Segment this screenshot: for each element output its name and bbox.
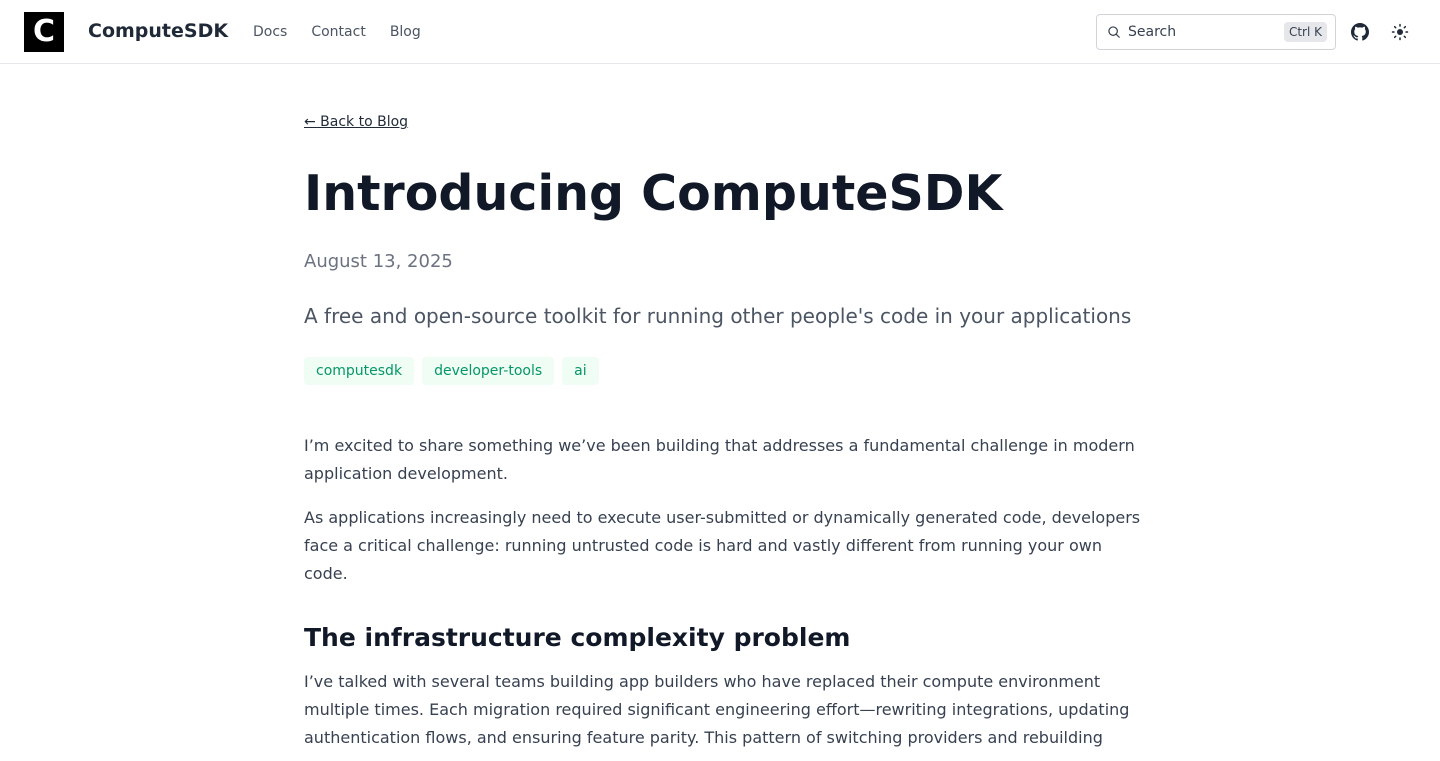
github-link[interactable] bbox=[1348, 20, 1372, 44]
github-icon bbox=[1351, 23, 1369, 41]
brand-name[interactable]: ComputeSDK bbox=[88, 19, 228, 43]
logo-letter: C bbox=[32, 14, 56, 49]
section-paragraph: I’ve talked with several teams building … bbox=[304, 672, 1130, 747]
search-shortcut: Ctrl K bbox=[1283, 22, 1327, 42]
theme-toggle[interactable] bbox=[1388, 20, 1412, 44]
search-button[interactable]: Search Ctrl K bbox=[1096, 14, 1336, 50]
search-placeholder: Search bbox=[1128, 24, 1177, 40]
tag-developer-tools[interactable]: developer-tools bbox=[422, 357, 555, 385]
tag-ai[interactable]: ai bbox=[562, 357, 599, 385]
tag-list: computesdk developer-tools ai bbox=[304, 357, 599, 385]
article-title: Introducing ComputeSDK bbox=[304, 165, 1003, 222]
tag-computesdk[interactable]: computesdk bbox=[304, 357, 415, 385]
intro-paragraph: I’m excited to share something we’ve bee… bbox=[304, 436, 1135, 483]
back-to-blog-link[interactable]: ← Back to Blog bbox=[304, 112, 408, 132]
sun-icon bbox=[1391, 23, 1409, 41]
challenge-paragraph: As applications increasingly need to exe… bbox=[304, 508, 1141, 583]
logo[interactable]: C bbox=[24, 12, 64, 52]
nav-docs[interactable]: Docs bbox=[253, 22, 287, 42]
article-date: August 13, 2025 bbox=[304, 251, 453, 272]
search-icon bbox=[1108, 26, 1120, 38]
main-nav: Docs Contact Blog bbox=[253, 22, 421, 42]
nav-contact[interactable]: Contact bbox=[311, 22, 365, 42]
article-subtitle: A free and open-source toolkit for runni… bbox=[304, 304, 1132, 328]
nav-blog[interactable]: Blog bbox=[390, 22, 421, 42]
site-header: C ComputeSDK Docs Contact Blog Search Ct… bbox=[0, 0, 1440, 64]
section-heading: The infrastructure complexity problem bbox=[304, 623, 851, 652]
